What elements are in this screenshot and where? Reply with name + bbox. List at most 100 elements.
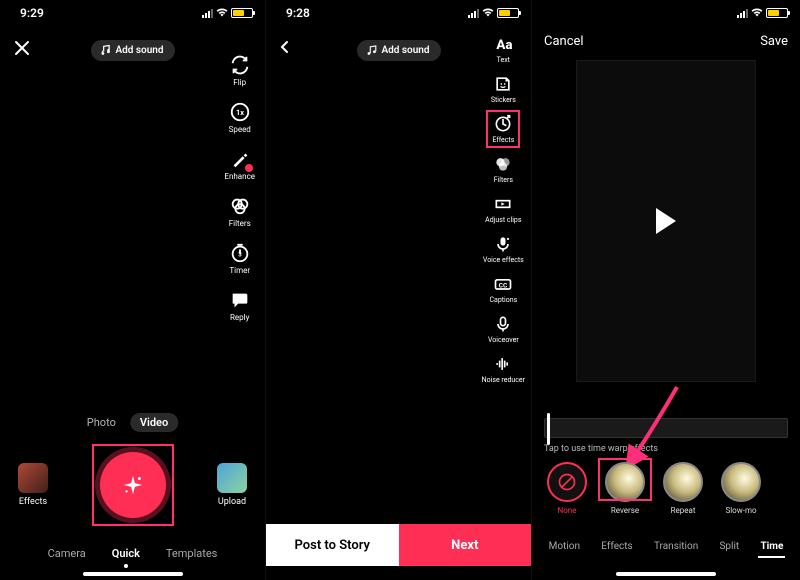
camera-tools: Flip 1x Speed Enhance Filters 3 Timer Re… [224,54,255,322]
video-preview[interactable] [576,60,756,382]
tab-split[interactable]: Split [717,537,741,558]
clock: 9:29 [20,6,44,20]
tab-motion[interactable]: Motion [547,537,582,558]
filters-label: Filters [494,176,513,184]
noise-reducer-tool[interactable]: Noise reducer [482,354,525,384]
add-sound-button[interactable]: Add sound [356,40,440,61]
none-icon [547,462,587,502]
adjust-clips-tool[interactable]: Adjust clips [485,194,521,224]
effects-button[interactable]: Effects [18,463,48,507]
effects-thumbnail [18,463,48,493]
voice-effects-label: Voice effects [483,256,524,264]
music-note-icon [365,45,376,56]
record-button-area [100,452,166,518]
tab-templates[interactable]: Templates [166,547,217,560]
capture-row: Effects Upload [0,452,265,518]
scrub-handle[interactable] [547,413,550,445]
stickers-icon [493,74,513,94]
flip-tool[interactable]: Flip [224,54,255,87]
enhance-tool[interactable]: Enhance [224,148,255,181]
upload-button[interactable]: Upload [217,463,247,507]
battery-icon [766,8,788,18]
fx-none[interactable]: None [544,462,590,515]
edit-tools: Aa Text Stickers Effects Filters Adjust … [482,34,525,384]
tab-quick[interactable]: Quick [112,547,140,560]
edit-screen: 9:28 Add sound Aa Text Stickers [266,0,532,580]
adjust-clips-icon [493,194,513,214]
battery-icon [231,8,253,18]
capture-modes: Photo Video [87,413,178,432]
cancel-button[interactable]: Cancel [544,34,584,49]
svg-text:Aa: Aa [497,38,513,53]
svg-text:1x: 1x [236,108,244,117]
timeline-scrubber[interactable] [544,418,788,438]
record-button[interactable] [100,452,166,518]
adjust-clips-label: Adjust clips [485,216,521,224]
status-indicators [202,6,253,20]
add-sound-button[interactable]: Add sound [90,40,174,61]
captions-tool[interactable]: CC Captions [489,274,517,304]
filters-tool[interactable]: Filters [224,195,255,228]
upload-label: Upload [218,497,246,507]
stickers-tool[interactable]: Stickers [491,74,516,104]
fx-none-label: None [558,506,577,515]
post-to-story-button[interactable]: Post to Story [266,524,399,566]
fx-slowmo[interactable]: Slow-mo [718,462,764,515]
close-icon[interactable] [14,40,30,56]
reply-tool[interactable]: Reply [224,289,255,322]
post-row: Post to Story Next [266,524,531,566]
voiceover-tool[interactable]: Voiceover [488,314,519,344]
add-sound-label: Add sound [381,45,429,56]
effects-label: Effects [492,136,514,144]
video-mode[interactable]: Video [130,413,178,432]
reverse-thumbnail [605,462,645,502]
add-sound-label: Add sound [115,45,163,56]
effects-tool[interactable]: Effects [492,114,514,144]
filters-tool[interactable]: Filters [493,154,513,184]
svg-text:CC: CC [499,281,508,289]
speed-tool[interactable]: 1x Speed [224,101,255,134]
effects-label: Effects [19,497,47,507]
text-tool[interactable]: Aa Text [493,34,513,64]
effects-icon [493,114,513,134]
tab-effects[interactable]: Effects [599,537,634,558]
back-icon[interactable] [278,40,292,54]
reply-icon [229,289,251,311]
filters-icon [229,195,251,217]
fx-repeat[interactable]: Repeat [660,462,706,515]
slowmo-thumbnail [721,462,761,502]
next-button[interactable]: Next [399,524,532,566]
tab-camera[interactable]: Camera [48,547,86,560]
voiceover-icon [493,314,513,334]
music-note-icon [99,45,110,56]
battery-icon [497,8,519,18]
tab-transition[interactable]: Transition [652,537,700,558]
photo-mode[interactable]: Photo [87,416,116,429]
play-icon [656,208,676,234]
status-bar: 9:29 [0,0,265,26]
wifi-icon [751,6,763,20]
timer-tool[interactable]: 3 Timer [224,242,255,275]
wifi-icon [216,6,228,20]
flip-label: Flip [233,78,246,87]
save-button[interactable]: Save [760,34,788,49]
voice-effects-icon [493,234,513,254]
camera-screen: 9:29 Add sound Flip 1x [0,0,266,580]
fx-reverse[interactable]: Reverse [602,462,648,515]
home-indicator [83,572,183,576]
effect-category-tabs: Motion Effects Transition Split Time [532,537,800,558]
timer-label: Timer [229,266,250,275]
voice-effects-tool[interactable]: Voice effects [483,234,524,264]
cellular-signal-icon [202,9,213,18]
text-label: Text [497,56,510,64]
stickers-label: Stickers [491,96,516,104]
enhance-icon [229,148,251,170]
time-effects-row: None Reverse Repeat Slow-mo [544,462,788,515]
next-label: Next [451,538,478,553]
noise-reducer-icon [493,354,513,374]
bottom-tabs: Camera Quick Templates [0,547,265,560]
tab-time[interactable]: Time [758,537,785,558]
fx-slowmo-label: Slow-mo [725,506,756,515]
filters-icon [493,154,513,174]
header-row: Cancel Save [532,34,800,49]
